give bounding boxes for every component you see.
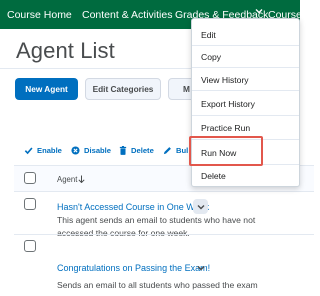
menu-item-practice-run[interactable]: Practice Run [201,123,250,133]
bulk-action[interactable]: Bul [163,144,188,156]
row-context-menu-button[interactable] [193,199,208,214]
row-checkbox[interactable] [24,198,36,210]
disable-action[interactable]: Disable [71,144,111,156]
agent-description: This agent sends an email to students wh… [57,215,256,238]
chevron-down-icon [197,265,204,270]
bulk-edit-icon [163,146,171,154]
row-divider [14,234,314,235]
menu-divider [192,90,299,91]
enable-label: Enable [37,145,62,155]
new-agent-button[interactable]: New Agent [15,78,78,100]
row-checkbox[interactable] [24,240,36,252]
agent-name-link[interactable]: Hasn't Accessed Course in One Week [57,202,209,212]
menu-item-edit[interactable]: Edit [201,30,216,40]
chevron-down-icon [197,204,204,209]
menu-divider [192,45,299,46]
enable-action[interactable]: Enable [24,144,62,156]
delete-action[interactable]: Delete [119,144,154,156]
disable-icon [71,145,80,155]
trash-icon [119,145,127,155]
disable-label: Disable [84,145,112,155]
menu-item-delete[interactable]: Delete [201,171,226,181]
menu-item-view-history[interactable]: View History [201,75,249,85]
menu-item-copy[interactable]: Copy [201,52,221,62]
sort-arrow-icon [78,175,85,183]
delete-label: Delete [131,145,154,155]
menu-divider [192,115,299,116]
bulk-label: Bul [176,145,189,155]
chevron-down-icon [255,9,263,14]
nav-course-home[interactable]: Course Home [7,9,72,21]
row-context-menu-button[interactable] [193,260,208,275]
column-header-agent[interactable]: Agent [57,175,77,184]
nav-content-activities[interactable]: Content & Activities [82,9,172,21]
menu-divider [192,67,299,68]
run-now-highlight [189,136,263,166]
menu-item-export-history[interactable]: Export History [201,99,255,109]
edit-categories-button[interactable]: Edit Categories [85,78,161,100]
agent-name-link[interactable]: Congratulations on Passing the Exam! [57,263,210,273]
select-all-checkbox[interactable] [24,172,36,184]
page-title: Agent List [16,38,115,63]
agent-description: Sends an email to all students who passe… [57,280,258,290]
checkmark-icon [24,146,33,154]
